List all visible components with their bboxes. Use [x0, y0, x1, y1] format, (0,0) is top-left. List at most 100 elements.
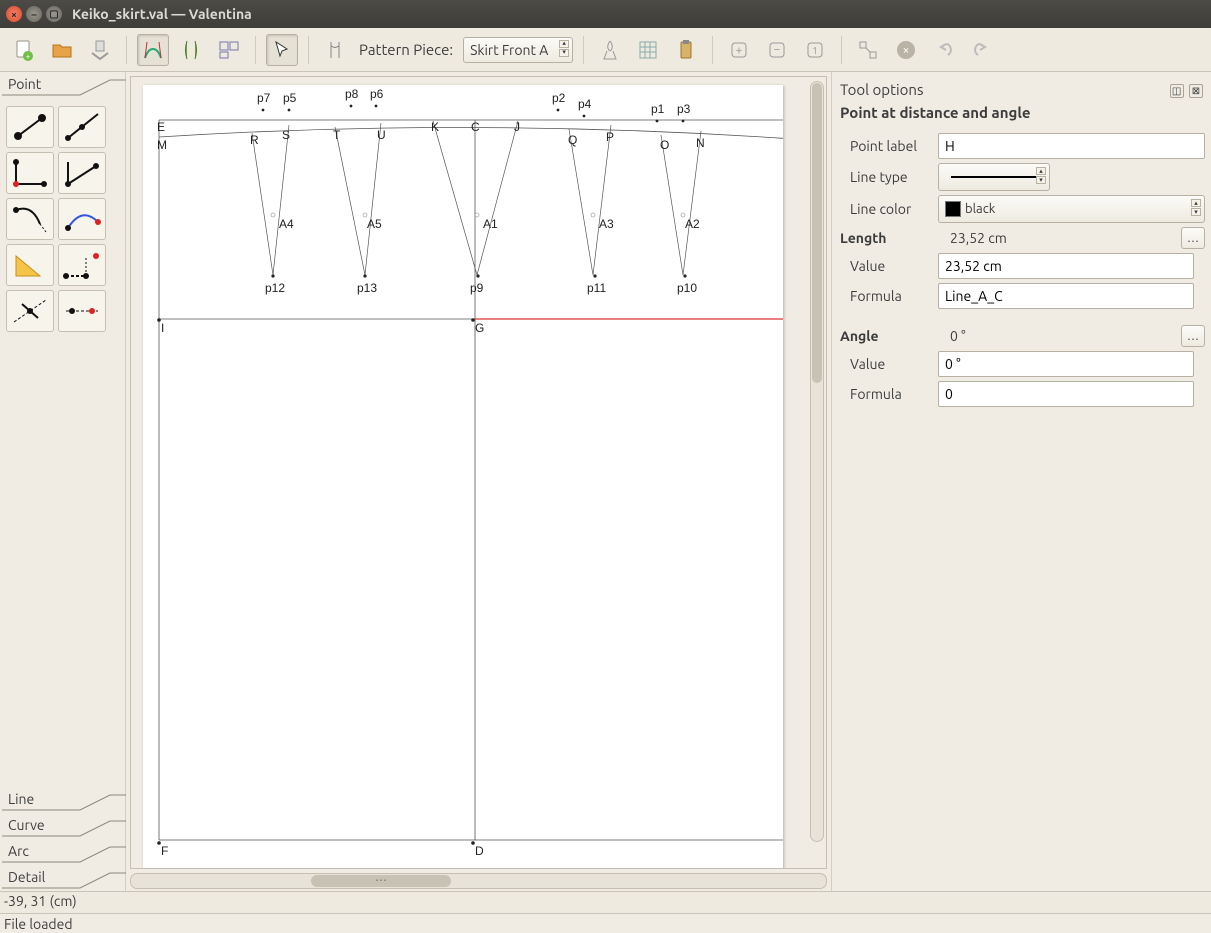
window-close-button[interactable]: × [6, 6, 22, 22]
tool-endpoint[interactable] [6, 106, 54, 148]
tool-options-panel: Tool options ◫ ⊠ Point at distance and a… [831, 72, 1211, 891]
svg-text:+: + [26, 52, 31, 61]
svg-text:p8: p8 [345, 87, 359, 101]
svg-text:A2: A2 [685, 217, 700, 231]
status-bar: -39, 31 (cm) [0, 891, 1211, 913]
angle-formula-input[interactable] [938, 381, 1194, 407]
svg-text:F: F [161, 844, 168, 858]
history-button[interactable] [670, 34, 702, 66]
status-coords: -39, 31 (cm) [4, 893, 77, 909]
line-color-label: Line color [838, 201, 932, 217]
svg-text:×: × [903, 44, 910, 57]
line-type-label: Line type [838, 169, 932, 185]
status-message: File loaded [4, 916, 73, 932]
save-file-button[interactable] [84, 34, 116, 66]
angle-value-input[interactable] [938, 351, 1194, 377]
tool-line-intersect-axis[interactable] [58, 290, 106, 332]
line-type-combo[interactable]: ▴▾ [938, 163, 1050, 191]
line-color-combo[interactable]: black ▴▾ [938, 195, 1205, 223]
measurements-button[interactable] [594, 34, 626, 66]
svg-text:P: P [606, 130, 614, 144]
tool-point-contact[interactable] [58, 198, 106, 240]
svg-text:A1: A1 [483, 217, 498, 231]
svg-text:−: − [774, 43, 781, 56]
tool-tab-point[interactable]: Point [0, 72, 125, 98]
zoom-out-button[interactable]: − [761, 34, 793, 66]
zoom-original-button[interactable]: 1 [799, 34, 831, 66]
zoom-in-button[interactable]: + [723, 34, 755, 66]
draw-mode-button[interactable] [137, 34, 169, 66]
undo-button[interactable] [928, 34, 960, 66]
tool-cut-arc[interactable] [6, 290, 54, 332]
svg-text:p10: p10 [677, 281, 697, 295]
svg-text:K: K [431, 120, 439, 134]
svg-text:C: C [471, 120, 480, 134]
angle-label: Angle [838, 328, 942, 344]
svg-text:A3: A3 [599, 217, 614, 231]
length-label: Length [838, 230, 942, 246]
svg-text:S: S [282, 128, 290, 142]
svg-text:G: G [475, 321, 484, 335]
tool-normal[interactable] [6, 152, 54, 194]
svg-text:p12: p12 [265, 281, 285, 295]
svg-text:J: J [514, 120, 520, 134]
svg-text:+: + [736, 44, 743, 57]
svg-text:A4: A4 [279, 217, 294, 231]
svg-text:M: M [157, 138, 167, 152]
pattern-piece-combo[interactable]: Skirt Front A ▴▾ [463, 37, 573, 63]
svg-text:p5: p5 [283, 91, 297, 105]
drawing-canvas-area: p7p5p8p6p2p4p1p3EMRSTUKCJQPONALA4A5A1A3A… [126, 72, 831, 891]
point-tools-grid [0, 98, 125, 340]
pointer-tool-button[interactable] [266, 34, 298, 66]
tool-options-title: Tool options [840, 81, 923, 98]
open-file-button[interactable] [46, 34, 78, 66]
tool-tab-line[interactable]: Line [0, 787, 125, 813]
tool-along-line[interactable] [58, 106, 106, 148]
drawing-canvas[interactable]: p7p5p8p6p2p4p1p3EMRSTUKCJQPONALA4A5A1A3A… [130, 76, 827, 869]
tool-bisector[interactable] [58, 152, 106, 194]
svg-text:A5: A5 [367, 217, 382, 231]
layout-mode-button[interactable] [213, 34, 245, 66]
svg-text:D: D [475, 844, 484, 858]
main-toolbar: + Pattern Piece: Skirt Front A ▴▾ + − 1 … [0, 28, 1211, 72]
window-title: Keiko_skirt.val — Valentina [72, 6, 252, 22]
stop-button[interactable]: × [890, 34, 922, 66]
horizontal-scrollbar[interactable] [130, 873, 827, 889]
new-pattern-piece-button[interactable] [319, 34, 351, 66]
length-fx-button[interactable]: … [1181, 227, 1205, 249]
svg-text:T: T [333, 128, 341, 142]
svg-text:O: O [660, 138, 669, 152]
new-file-button[interactable]: + [8, 34, 40, 66]
table-button[interactable] [632, 34, 664, 66]
point-label-label: Point label [838, 138, 932, 154]
vertical-scrollbar[interactable] [810, 81, 824, 842]
redo-button[interactable] [966, 34, 998, 66]
svg-text:p11: p11 [587, 281, 606, 295]
svg-text:p4: p4 [578, 97, 592, 111]
angle-fx-button[interactable]: … [1181, 325, 1205, 347]
tool-tab-detail[interactable]: Detail [0, 865, 125, 891]
length-formula-input[interactable] [938, 283, 1194, 309]
svg-text:I: I [161, 321, 164, 335]
svg-text:R: R [250, 133, 259, 147]
panel-close-button[interactable]: ⊠ [1189, 84, 1203, 98]
length-formula-label: Formula [838, 288, 932, 304]
tool-tab-curve[interactable]: Curve [0, 813, 125, 839]
tool-shoulder[interactable] [6, 198, 54, 240]
detail-mode-button[interactable] [175, 34, 207, 66]
point-label-input[interactable] [938, 133, 1205, 159]
svg-text:p1: p1 [651, 102, 665, 116]
left-tool-panel: Point Line Curve Arc Detail [0, 72, 126, 891]
tool-tab-arc[interactable]: Arc [0, 839, 125, 865]
panel-float-button[interactable]: ◫ [1170, 84, 1184, 98]
tool-point-intersection[interactable] [58, 244, 106, 286]
angle-formula-label: Formula [838, 386, 932, 402]
window-minimize-button[interactable]: – [26, 6, 42, 22]
window-maximize-button[interactable]: ▢ [46, 6, 62, 22]
length-value-input[interactable] [938, 253, 1194, 279]
zoom-fit-button[interactable] [852, 34, 884, 66]
tool-triangle[interactable] [6, 244, 54, 286]
svg-text:p2: p2 [552, 91, 566, 105]
svg-text:1: 1 [812, 45, 818, 56]
length-value-label: Value [838, 258, 932, 274]
